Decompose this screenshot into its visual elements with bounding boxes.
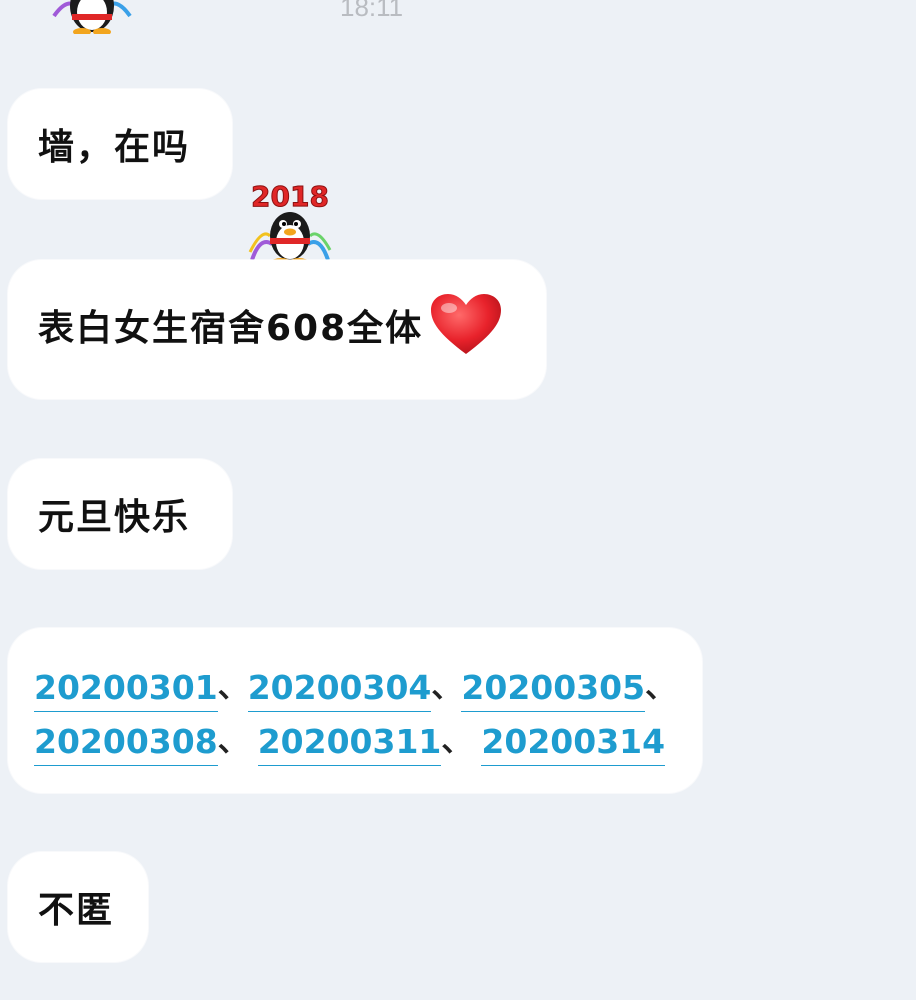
- link-20200305[interactable]: 20200305: [461, 668, 646, 712]
- link-20200311[interactable]: 20200311: [257, 722, 442, 766]
- link-20200304[interactable]: 20200304: [247, 668, 432, 712]
- message-text-with-emoji: 表白女生宿舍608全体: [38, 293, 503, 362]
- link-separator: 、: [441, 724, 472, 759]
- message-text: 墙，在吗: [38, 127, 191, 168]
- message-text: 不匿: [38, 890, 115, 931]
- link-separator: 、: [217, 670, 248, 705]
- sticker-year-label: 2018: [251, 180, 329, 213]
- red-heart-icon: [431, 293, 502, 354]
- link-20200301[interactable]: 20200301: [34, 668, 218, 712]
- message-bubble[interactable]: 元旦快乐: [8, 459, 232, 569]
- message-timestamp: 18:11: [340, 0, 404, 22]
- message-text: 表白女生宿舍608全体: [38, 307, 424, 349]
- message-bubble[interactable]: 墙，在吗: [8, 89, 232, 199]
- message-text: 元旦快乐: [38, 497, 191, 538]
- link-separator: 、: [431, 670, 462, 705]
- link-row: 20200301、 20200304、 20200305、: [34, 658, 676, 712]
- link-20200314[interactable]: 20200314: [481, 722, 666, 766]
- link-20200308[interactable]: 20200308: [34, 722, 218, 766]
- penguin-sticker-partial[interactable]: [48, 0, 136, 34]
- link-list: 20200301、 20200304、 20200305、 20200308、 …: [34, 658, 676, 766]
- link-separator: 、: [645, 670, 676, 705]
- message-bubble-links[interactable]: 20200301、 20200304、 20200305、 20200308、 …: [8, 628, 702, 793]
- message-bubble[interactable]: 不匿: [8, 852, 148, 962]
- message-bubble[interactable]: 表白女生宿舍608全体: [8, 260, 546, 399]
- link-separator: 、: [217, 724, 248, 759]
- penguin-sticker[interactable]: 2018: [244, 178, 336, 268]
- link-row: 20200308、 20200311、 20200314: [34, 712, 674, 766]
